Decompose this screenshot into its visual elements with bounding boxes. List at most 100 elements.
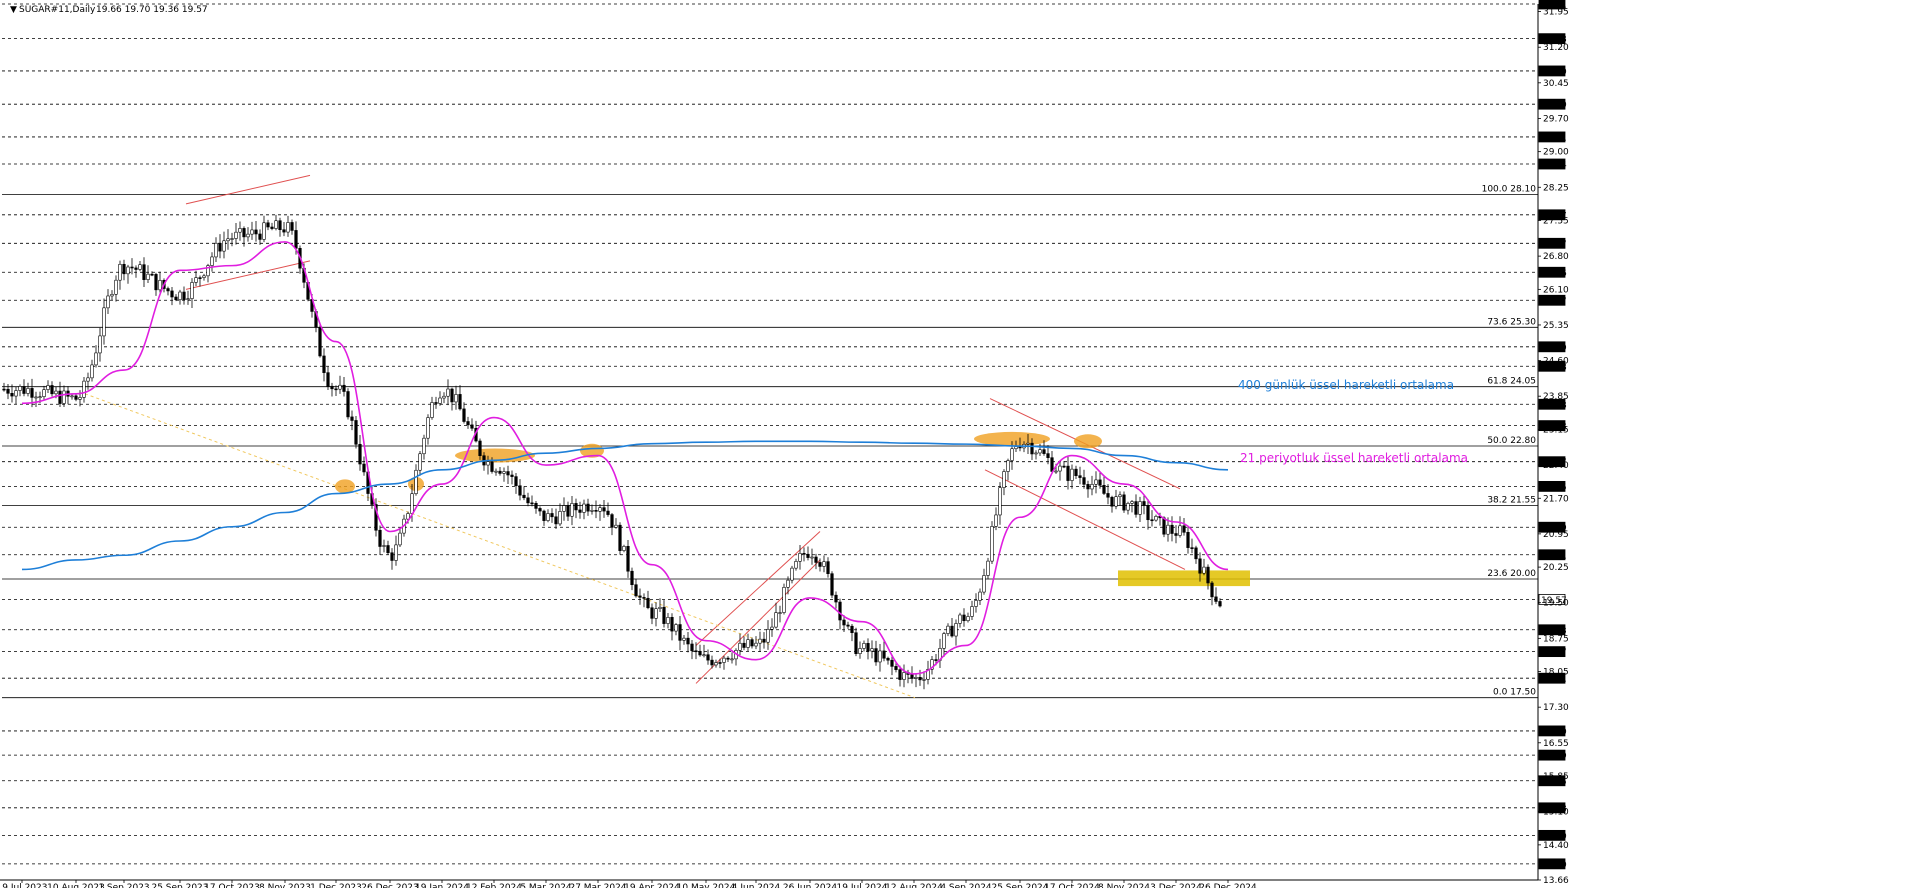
candle-body [1070, 468, 1074, 481]
chart-window[interactable]: 100.0 28.10 73.6 25.30 61.8 24.05 50.0 22.8… [0, 0, 1916, 892]
candle-body [294, 230, 298, 249]
candle-body [170, 290, 174, 298]
candle-body [522, 494, 526, 499]
y-tick-label: 29.00 [1543, 148, 1569, 158]
chart-title: ▼ SUGAR#11,Daily 19.66 19.70 19.36 19.57 [10, 5, 208, 15]
y-tick-label: 13.66 [1543, 876, 1569, 886]
ema-21-annotation: 21 periyotluk üssel hareketli ortalama [1240, 451, 1468, 465]
x-tick-label: 3 Dec 2024 [1150, 883, 1202, 888]
candle-body [974, 600, 978, 607]
candle-body [286, 222, 290, 233]
candle-body [950, 625, 954, 637]
candle-body [90, 364, 94, 379]
x-tick-label: 5 Mar 2024 [520, 883, 572, 888]
price-chart[interactable]: 100.0 28.10 73.6 25.30 61.8 24.05 50.0 22.8… [0, 0, 1916, 892]
candle-body [450, 388, 454, 403]
x-tick-label: 19 Jan 2024 [415, 883, 469, 888]
candle-body [862, 643, 866, 649]
candle-body [894, 666, 898, 670]
candle-body [786, 579, 790, 588]
candle-body [1054, 470, 1058, 473]
candle-body [1218, 601, 1222, 607]
candle-body [78, 397, 82, 400]
candle-body [238, 228, 242, 233]
candle-body [390, 552, 394, 561]
candle-body [742, 642, 746, 648]
x-tick-label: 1 Dec 2023 [310, 883, 362, 888]
candle-body [1214, 596, 1218, 602]
candle-body [430, 402, 434, 418]
candle-body [994, 514, 998, 527]
candle-body [134, 267, 138, 270]
x-tick-label: 25 Sep 2023 [151, 883, 208, 888]
candle-body [602, 507, 606, 512]
y-tick-label: 15.85 [1543, 772, 1569, 782]
candle-body [674, 624, 678, 632]
candle-body [74, 395, 78, 400]
candle-body [282, 229, 286, 233]
y-tick-label: 31.95 [1543, 8, 1569, 18]
candle-body [246, 233, 250, 238]
symbol-caret-icon[interactable]: ▼ [10, 5, 17, 15]
candle-body [278, 220, 282, 231]
candle-body [614, 524, 618, 528]
candle-body [166, 288, 170, 292]
y-tick-label: 24.60 [1543, 357, 1569, 367]
candle-body [358, 443, 362, 465]
candle-body [730, 658, 734, 661]
candle-body [182, 291, 186, 300]
x-tick-label: 25 Sep 2024 [991, 883, 1048, 888]
candle-body [658, 606, 662, 609]
candle-body [542, 510, 546, 521]
candle-body [194, 277, 198, 283]
candle-body [1190, 547, 1194, 549]
candle-body [822, 561, 826, 567]
candle-body [462, 408, 466, 422]
price-label: 21.95 [1541, 483, 1567, 493]
price-label: 28.74 [1541, 161, 1567, 171]
candle-body [534, 502, 538, 509]
candle-body [318, 327, 322, 357]
candle-body [538, 508, 542, 512]
candle-body [610, 514, 614, 528]
candle-body [618, 524, 622, 551]
candle-body [686, 637, 690, 645]
candle-body [694, 650, 698, 653]
candle-body [878, 650, 882, 663]
candle-body [922, 679, 926, 681]
candle-body [1154, 515, 1158, 521]
x-tick-label: 4 Jun 2024 [732, 883, 781, 888]
candle-body [986, 560, 990, 576]
y-tick-label: 26.10 [1543, 285, 1569, 295]
candle-body [218, 242, 222, 252]
candle-body [514, 476, 518, 487]
candle-body [834, 594, 838, 603]
candle-body [530, 502, 534, 505]
x-tick-label: 17 Oct 2023 [204, 883, 260, 888]
candle-body [354, 420, 358, 445]
candle-body [98, 335, 102, 354]
candle-body [854, 632, 858, 654]
candle-body [586, 503, 590, 512]
candle-body [710, 659, 714, 666]
candle-body [506, 471, 510, 476]
candle-body [222, 240, 226, 252]
candle-body [190, 282, 194, 299]
candle-body [954, 623, 958, 637]
candle-body [30, 388, 34, 398]
candle-body [790, 567, 794, 581]
candle-body [454, 394, 458, 403]
price-label: 30.70 [1541, 67, 1567, 77]
candle-body [598, 507, 602, 512]
candle-body [2, 388, 6, 391]
candle-body [230, 238, 234, 240]
candle-body [1146, 505, 1150, 521]
candle-body [762, 638, 766, 643]
candle-body [882, 650, 886, 659]
candle-body [794, 561, 798, 569]
x-tick-label: 12 Feb 2024 [466, 883, 522, 888]
candle-body [150, 273, 154, 276]
candle-body [1110, 496, 1114, 507]
price-label: 14.00 [1541, 860, 1567, 870]
ema-400-annotation: 400 günlük üssel hareketli ortalama [1238, 378, 1454, 392]
